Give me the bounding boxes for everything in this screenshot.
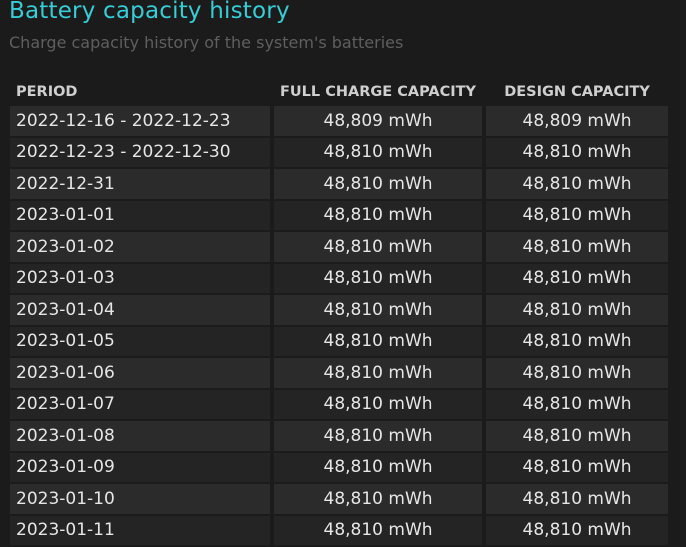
page-subtitle: Charge capacity history of the system's … [9,33,404,52]
table-row: 2022-12-16 - 2022-12-23 48,809 mWh 48,809 … [10,106,669,136]
design-capacity-cell: 48,810 mWh [486,169,669,199]
period-cell: 2023-01-11 [10,515,270,545]
header-full-charge-capacity: FULL CHARGE CAPACITY [280,83,477,100]
table-row: 2023-01-03 48,810 mWh 48,810 mWh [10,263,669,293]
design-capacity-cell: 48,810 mWh [486,358,669,388]
header-period: PERIOD [16,83,78,100]
header-design-capacity: DESIGN CAPACITY [504,83,650,100]
table-row: 2022-12-23 - 2022-12-30 48,810 mWh 48,810 … [10,137,669,167]
table-row: 2023-01-08 48,810 mWh 48,810 mWh [10,421,669,451]
table-row: 2023-01-09 48,810 mWh 48,810 mWh [10,452,669,482]
period-cell: 2023-01-04 [10,295,270,325]
table-row: 2022-12-31 48,810 mWh 48,810 mWh [10,169,669,199]
design-capacity-cell: 48,810 mWh [486,263,669,293]
design-capacity-cell: 48,810 mWh [486,326,669,356]
period-cell: 2022-12-23 - 2022-12-30 [10,137,270,167]
full-charge-capacity-cell: 48,810 mWh [274,389,483,419]
period-cell: 2023-01-07 [10,389,270,419]
design-capacity-cell: 48,810 mWh [486,137,669,167]
full-charge-capacity-cell: 48,809 mWh [274,106,483,136]
page-title: Battery capacity history [9,0,290,24]
period-cell: 2023-01-09 [10,452,270,482]
full-charge-capacity-cell: 48,810 mWh [274,137,483,167]
period-cell: 2023-01-06 [10,358,270,388]
period-cell: 2023-01-03 [10,263,270,293]
full-charge-capacity-cell: 48,810 mWh [274,232,483,262]
design-capacity-cell: 48,810 mWh [486,452,669,482]
full-charge-capacity-cell: 48,810 mWh [274,358,483,388]
full-charge-capacity-cell: 48,810 mWh [274,484,483,514]
period-cell: 2022-12-31 [10,169,270,199]
period-cell: 2023-01-05 [10,326,270,356]
design-capacity-cell: 48,810 mWh [486,515,669,545]
table-row: 2023-01-06 48,810 mWh 48,810 mWh [10,358,669,388]
table-row: 2023-01-02 48,810 mWh 48,810 mWh [10,232,669,262]
full-charge-capacity-cell: 48,810 mWh [274,169,483,199]
table-header-row: PERIOD FULL CHARGE CAPACITY DESIGN CAPAC… [10,79,668,104]
table-row: 2023-01-10 48,810 mWh 48,810 mWh [10,484,669,514]
design-capacity-cell: 48,810 mWh [486,421,669,451]
period-cell: 2023-01-01 [10,200,270,230]
design-capacity-cell: 48,810 mWh [486,295,669,325]
design-capacity-cell: 48,810 mWh [486,389,669,419]
design-capacity-cell: 48,810 mWh [486,484,669,514]
full-charge-capacity-cell: 48,810 mWh [274,295,483,325]
table-row: 2023-01-01 48,810 mWh 48,810 mWh [10,200,669,230]
full-charge-capacity-cell: 48,810 mWh [274,452,483,482]
period-cell: 2023-01-10 [10,484,270,514]
period-cell: 2023-01-02 [10,232,270,262]
full-charge-capacity-cell: 48,810 mWh [274,263,483,293]
full-charge-capacity-cell: 48,810 mWh [274,515,483,545]
table-row: 2023-01-04 48,810 mWh 48,810 mWh [10,295,669,325]
table-row: 2023-01-07 48,810 mWh 48,810 mWh [10,389,669,419]
table-row: 2023-01-05 48,810 mWh 48,810 mWh [10,326,669,356]
full-charge-capacity-cell: 48,810 mWh [274,326,483,356]
design-capacity-cell: 48,810 mWh [486,200,669,230]
design-capacity-cell: 48,809 mWh [486,106,669,136]
table-row: 2023-01-11 48,810 mWh 48,810 mWh [10,515,669,545]
capacity-history-table: PERIOD FULL CHARGE CAPACITY DESIGN CAPAC… [6,77,672,547]
period-cell: 2022-12-16 - 2022-12-23 [10,106,270,136]
full-charge-capacity-cell: 48,810 mWh [274,200,483,230]
design-capacity-cell: 48,810 mWh [486,232,669,262]
full-charge-capacity-cell: 48,810 mWh [274,421,483,451]
period-cell: 2023-01-08 [10,421,270,451]
